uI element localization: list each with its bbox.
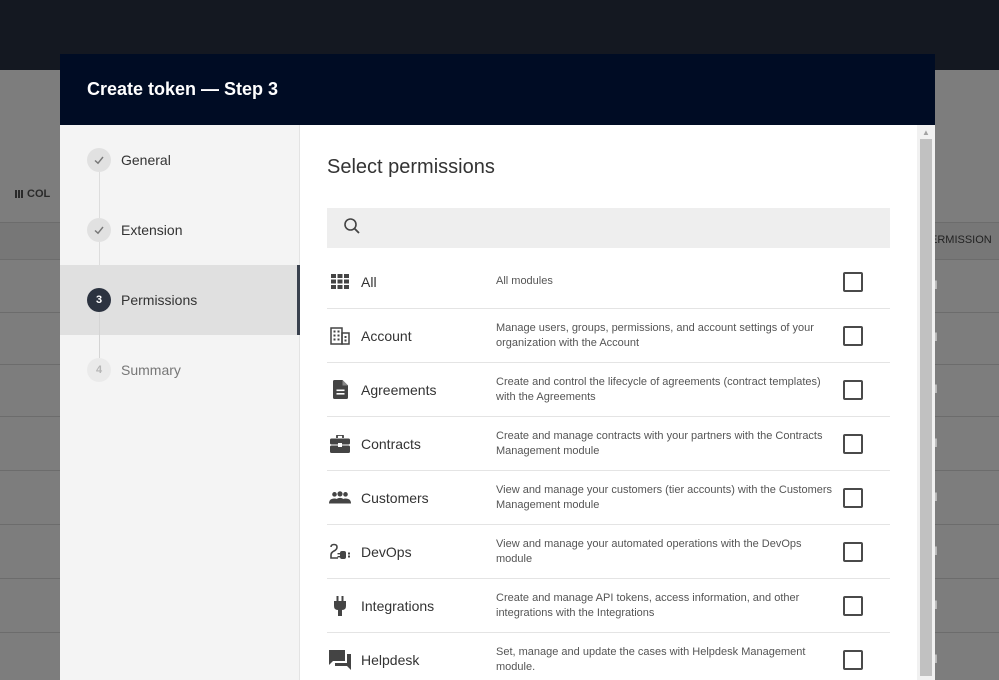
permission-checkbox[interactable] <box>843 487 863 508</box>
permission-checkbox[interactable] <box>843 325 863 346</box>
permission-description: View and manage your automated operation… <box>496 537 802 565</box>
permission-name: All <box>361 273 377 290</box>
grid-icon <box>329 271 351 293</box>
permission-description: Create and manage contracts with your pa… <box>496 429 823 457</box>
permission-name: Account <box>361 327 412 344</box>
permission-description: Set, manage and update the cases with He… <box>496 645 806 673</box>
scroll-up-arrow-icon[interactable]: ▲ <box>917 125 935 139</box>
search-input[interactable] <box>371 208 890 248</box>
step-summary[interactable]: 4 Summary <box>60 335 299 405</box>
permission-checkbox[interactable] <box>843 271 863 292</box>
permission-name: Helpdesk <box>361 651 420 668</box>
permission-description: All modules <box>496 275 553 287</box>
step-label: Extension <box>121 222 183 238</box>
permission-name: DevOps <box>361 543 412 560</box>
search-icon <box>343 217 361 240</box>
chat-icon <box>329 649 351 671</box>
columns-button[interactable]: COL <box>15 188 50 200</box>
permission-checkbox[interactable] <box>843 379 863 400</box>
permission-description: Manage users, groups, permissions, and a… <box>496 321 814 349</box>
building-icon <box>329 325 351 347</box>
list-item: Agreements Create and control the lifecy… <box>327 363 890 417</box>
list-item: Contracts Create and manage contracts wi… <box>327 417 890 471</box>
step-number: 4 <box>87 358 111 382</box>
devops-icon <box>329 541 351 563</box>
list-item: Account Manage users, groups, permission… <box>327 309 890 363</box>
permission-checkbox[interactable] <box>843 541 863 562</box>
permission-name: Integrations <box>361 597 435 614</box>
permission-name: Contracts <box>361 435 421 452</box>
step-label: Summary <box>121 362 181 378</box>
section-title: Select permissions <box>327 156 495 178</box>
check-icon <box>87 148 111 172</box>
briefcase-icon <box>329 433 351 455</box>
permission-description: View and manage your customers (tier acc… <box>496 483 833 511</box>
search-box <box>327 208 890 248</box>
wizard-stepper: General Extension 3 Permissions 4 Summar… <box>60 125 300 680</box>
columns-icon <box>15 190 23 198</box>
dialog-content: Select permissions All All modules Accou… <box>300 125 917 680</box>
columns-label: COL <box>27 188 51 200</box>
plug-icon <box>329 595 351 617</box>
step-number: 3 <box>87 288 111 312</box>
step-extension[interactable]: Extension <box>60 195 299 288</box>
scrollbar-thumb[interactable] <box>920 139 932 676</box>
permissions-list: All All modules Account Manage users, gr… <box>327 255 890 680</box>
permission-checkbox[interactable] <box>843 433 863 454</box>
list-item: Customers View and manage your customers… <box>327 471 890 525</box>
table-header-permissions: ERMISSION <box>930 234 992 246</box>
dialog-header: Create token — Step 3 <box>60 54 935 125</box>
people-icon <box>329 487 351 509</box>
step-label: Permissions <box>121 292 198 308</box>
permission-name: Agreements <box>361 381 437 398</box>
document-icon <box>329 379 351 401</box>
dialog-title: Create token — Step 3 <box>87 79 279 99</box>
step-general[interactable]: General <box>60 125 299 218</box>
list-item: Helpdesk Set, manage and update the case… <box>327 633 890 680</box>
dialog-scrollbar[interactable]: ▲ <box>917 125 935 680</box>
create-token-dialog: Create token — Step 3 General Extension … <box>60 54 935 680</box>
list-item: DevOps View and manage your automated op… <box>327 525 890 579</box>
permission-checkbox[interactable] <box>843 595 863 616</box>
check-icon <box>87 218 111 242</box>
list-item: All All modules <box>327 255 890 309</box>
step-label: General <box>121 152 171 168</box>
permission-checkbox[interactable] <box>843 649 863 670</box>
permission-name: Customers <box>361 489 429 506</box>
list-item: Integrations Create and manage API token… <box>327 579 890 633</box>
permission-description: Create and control the lifecycle of agre… <box>496 375 821 403</box>
permission-description: Create and manage API tokens, access inf… <box>496 591 800 619</box>
step-permissions[interactable]: 3 Permissions <box>60 265 300 358</box>
